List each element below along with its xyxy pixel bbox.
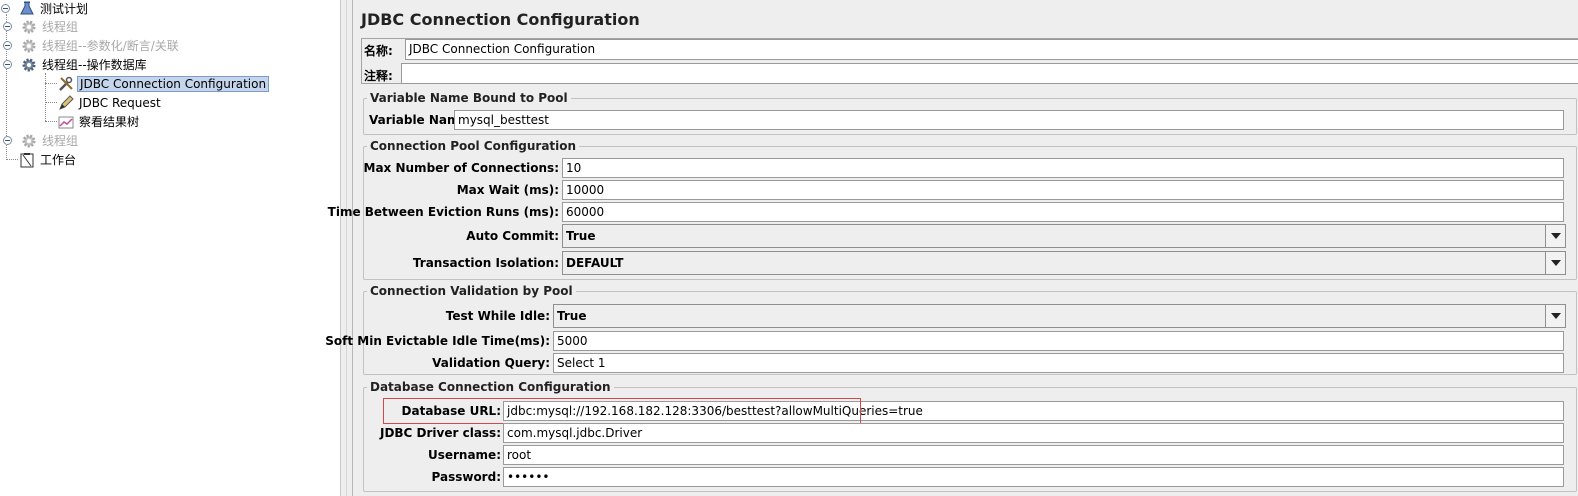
- auto-commit-label: Auto Commit:: [466, 229, 559, 243]
- max-connections-label: Max Number of Connections:: [363, 161, 559, 175]
- gear-icon: [20, 56, 38, 74]
- tree-item-view-results-tree[interactable]: 察看结果树: [57, 113, 141, 131]
- validation-query-field[interactable]: Select 1: [553, 353, 1564, 373]
- tree-item-thread-group-2[interactable]: 线程组--参数化/断言/关联: [3, 37, 181, 55]
- group-legend: Variable Name Bound to Pool: [370, 91, 568, 105]
- wrench-icon: [57, 75, 75, 93]
- tree-item-test-plan[interactable]: 测试计划: [0, 0, 90, 18]
- name-field[interactable]: JDBC Connection Configuration: [405, 39, 1578, 60]
- password-label: Password:: [431, 470, 502, 484]
- username-field[interactable]: root: [503, 445, 1564, 465]
- tree-connector: [45, 102, 57, 103]
- tree-connector: [6, 159, 18, 160]
- eviction-runs-field[interactable]: 60000: [562, 202, 1564, 222]
- tree-item-thread-group-1[interactable]: 线程组: [3, 18, 80, 36]
- username-label: Username:: [427, 448, 501, 462]
- variable-name-field[interactable]: mysql_besttest: [454, 110, 1564, 130]
- tree-item-label: 工作台: [40, 153, 77, 167]
- page-title: JDBC Connection Configuration: [361, 10, 640, 29]
- validation-query-label: Validation Query:: [432, 356, 550, 370]
- test-while-idle-select[interactable]: True: [553, 304, 1566, 328]
- name-label: 名称:: [364, 44, 393, 58]
- max-wait-label: Max Wait (ms):: [456, 183, 559, 197]
- test-plan-tree[interactable]: 测试计划 线程组 线程组--参数化/断言/关联 线程组--操作数据库 JDBC …: [0, 0, 340, 496]
- jdbc-driver-field[interactable]: com.mysql.jdbc.Driver: [503, 423, 1564, 443]
- soft-min-idle-field[interactable]: 5000: [553, 331, 1564, 351]
- selected-value: DEFAULT: [566, 256, 624, 270]
- tree-item-label: JDBC Connection Configuration: [77, 76, 270, 92]
- chevron-down-icon[interactable]: [1545, 252, 1565, 274]
- tree-item-workbench[interactable]: 工作台: [18, 151, 78, 169]
- chevron-down-icon[interactable]: [1545, 305, 1565, 327]
- tree-item-jdbc-request[interactable]: JDBC Request: [57, 94, 163, 112]
- chart-icon: [57, 113, 75, 131]
- expand-toggle[interactable]: [3, 22, 12, 31]
- tree-item-label: 察看结果树: [79, 115, 140, 129]
- tree-item-jdbc-connection-config[interactable]: JDBC Connection Configuration: [57, 75, 270, 93]
- pencil-icon: [57, 94, 75, 112]
- max-wait-field[interactable]: 10000: [562, 180, 1564, 200]
- gear-icon: [20, 132, 38, 150]
- expand-toggle[interactable]: [3, 41, 12, 50]
- tree-item-label: 线程组: [42, 20, 79, 34]
- clipboard-icon: [18, 151, 36, 169]
- group-legend: Connection Pool Configuration: [370, 139, 577, 153]
- expand-toggle[interactable]: [3, 136, 12, 145]
- tree-item-thread-group-db[interactable]: 线程组--操作数据库: [3, 56, 149, 74]
- config-panel: JDBC Connection Configuration 名称: JDBC C…: [325, 0, 1578, 496]
- group-legend: Connection Validation by Pool: [370, 284, 573, 298]
- highlight-annotation: [383, 398, 861, 424]
- tree-item-thread-group-3[interactable]: 线程组: [3, 132, 80, 150]
- password-field[interactable]: ••••••: [503, 467, 1564, 487]
- auto-commit-select[interactable]: True: [562, 224, 1566, 248]
- tree-item-label: 线程组--参数化/断言/关联: [42, 39, 179, 53]
- chevron-down-icon[interactable]: [1545, 225, 1565, 247]
- transaction-isolation-select[interactable]: DEFAULT: [562, 251, 1566, 275]
- collapse-toggle[interactable]: [3, 60, 12, 69]
- tree-item-label: 测试计划: [40, 2, 89, 16]
- selected-value: True: [566, 229, 596, 243]
- gear-icon: [20, 18, 38, 36]
- transaction-isolation-label: Transaction Isolation:: [412, 256, 559, 270]
- jdbc-driver-label: JDBC Driver class:: [379, 426, 501, 440]
- tree-item-label: JDBC Request: [79, 96, 161, 110]
- collapse-toggle[interactable]: [1, 4, 10, 13]
- tree-connector: [45, 73, 46, 121]
- tree-connector: [45, 83, 57, 84]
- selected-value: True: [557, 309, 587, 323]
- divider-grip: [346, 0, 347, 496]
- tree-item-label: 线程组: [42, 134, 79, 148]
- tree-item-label: 线程组--操作数据库: [42, 58, 147, 72]
- eviction-runs-label: Time Between Eviction Runs (ms):: [327, 205, 559, 219]
- flask-icon: [18, 0, 36, 18]
- soft-min-idle-label: Soft Min Evictable Idle Time(ms):: [325, 334, 550, 348]
- tree-connector: [45, 121, 57, 122]
- test-while-idle-label: Test While Idle:: [445, 309, 550, 323]
- max-connections-field[interactable]: 10: [562, 158, 1564, 178]
- group-legend: Database Connection Configuration: [370, 380, 611, 394]
- comment-label: 注释:: [364, 69, 393, 83]
- split-pane-divider[interactable]: [340, 0, 352, 496]
- gear-icon: [20, 37, 38, 55]
- comment-field[interactable]: [401, 63, 1578, 84]
